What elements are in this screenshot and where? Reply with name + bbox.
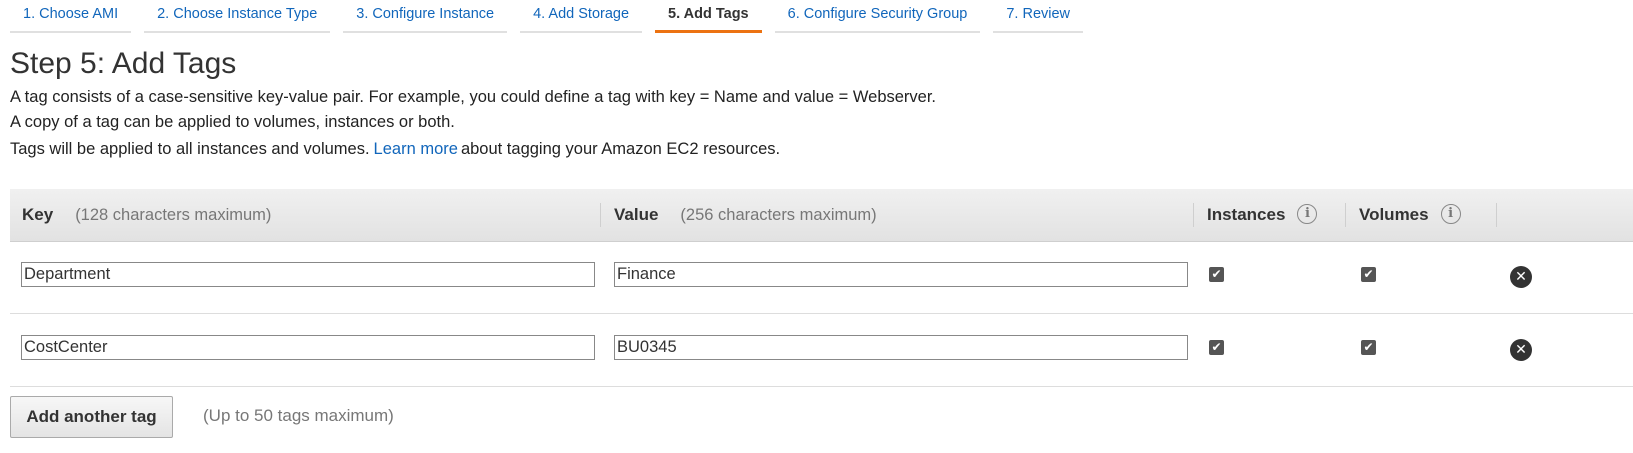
wizard-steps: 1. Choose AMI 2. Choose Instance Type 3.…: [10, 0, 1096, 33]
value-header-hint: (256 characters maximum): [680, 206, 877, 224]
key-header-label: Key: [22, 205, 54, 224]
wizard-step-review[interactable]: 7. Review: [993, 0, 1084, 33]
remove-icon: ✕: [1515, 269, 1527, 285]
tag-key-input[interactable]: [21, 335, 595, 360]
tag-key-input[interactable]: [21, 262, 595, 287]
instances-header-label: Instances: [1207, 205, 1286, 224]
check-icon: ✔: [1211, 267, 1222, 281]
check-icon: ✔: [1211, 340, 1222, 354]
tags-table-header: Key (128 characters maximum) Value (256 ch…: [10, 189, 1633, 242]
description-line-3: Tags will be applied to all instances an…: [10, 140, 780, 159]
info-icon[interactable]: i: [1440, 204, 1461, 225]
tag-value-input[interactable]: [614, 335, 1188, 360]
column-divider: [1193, 203, 1194, 227]
wizard-step-configure-instance[interactable]: 3. Configure Instance: [343, 0, 508, 33]
remove-icon: ✕: [1515, 342, 1527, 358]
check-icon: ✔: [1363, 267, 1374, 281]
wizard-step-add-tags[interactable]: 5. Add Tags: [655, 0, 762, 33]
volumes-checkbox[interactable]: ✔: [1361, 267, 1376, 282]
wizard-step-choose-instance-type[interactable]: 2. Choose Instance Type: [144, 0, 331, 33]
wizard-step-configure-security-group[interactable]: 6. Configure Security Group: [774, 0, 981, 33]
tag-row: ✔ ✔ ✕: [10, 241, 1633, 314]
volumes-column-header: Volumes i: [1359, 189, 1461, 241]
tag-value-input[interactable]: [614, 262, 1188, 287]
info-icon[interactable]: i: [1297, 204, 1318, 225]
column-divider: [1496, 203, 1497, 227]
instances-checkbox[interactable]: ✔: [1209, 267, 1224, 282]
add-another-tag-button[interactable]: Add another tag: [10, 396, 173, 438]
value-column-header: Value (256 characters maximum): [614, 189, 877, 241]
wizard-step-choose-ami[interactable]: 1. Choose AMI: [10, 0, 132, 33]
remove-tag-button[interactable]: ✕: [1510, 266, 1532, 288]
instances-column-header: Instances i: [1207, 189, 1318, 241]
description-line-3-suffix: about tagging your Amazon EC2 resources.: [460, 140, 781, 158]
check-icon: ✔: [1363, 340, 1374, 354]
value-header-label: Value: [614, 205, 659, 224]
description-line-2: A copy of a tag can be applied to volume…: [10, 113, 455, 131]
description-line-1: A tag consists of a case-sensitive key-v…: [10, 88, 937, 106]
volumes-header-label: Volumes: [1359, 205, 1429, 224]
description-line-3-text: Tags will be applied to all instances an…: [10, 140, 370, 158]
tag-limit-text: (Up to 50 tags maximum): [203, 406, 394, 425]
column-divider: [600, 203, 601, 227]
wizard-step-add-storage[interactable]: 4. Add Storage: [520, 0, 643, 33]
key-column-header: Key (128 characters maximum): [22, 189, 271, 241]
tag-row: ✔ ✔ ✕: [10, 314, 1633, 387]
key-header-hint: (128 characters maximum): [75, 206, 272, 224]
remove-tag-button[interactable]: ✕: [1510, 339, 1532, 361]
volumes-checkbox[interactable]: ✔: [1361, 340, 1376, 355]
instances-checkbox[interactable]: ✔: [1209, 340, 1224, 355]
learn-more-link[interactable]: Learn more: [374, 140, 458, 158]
page-title: Step 5: Add Tags: [10, 47, 237, 80]
column-divider: [1345, 203, 1346, 227]
